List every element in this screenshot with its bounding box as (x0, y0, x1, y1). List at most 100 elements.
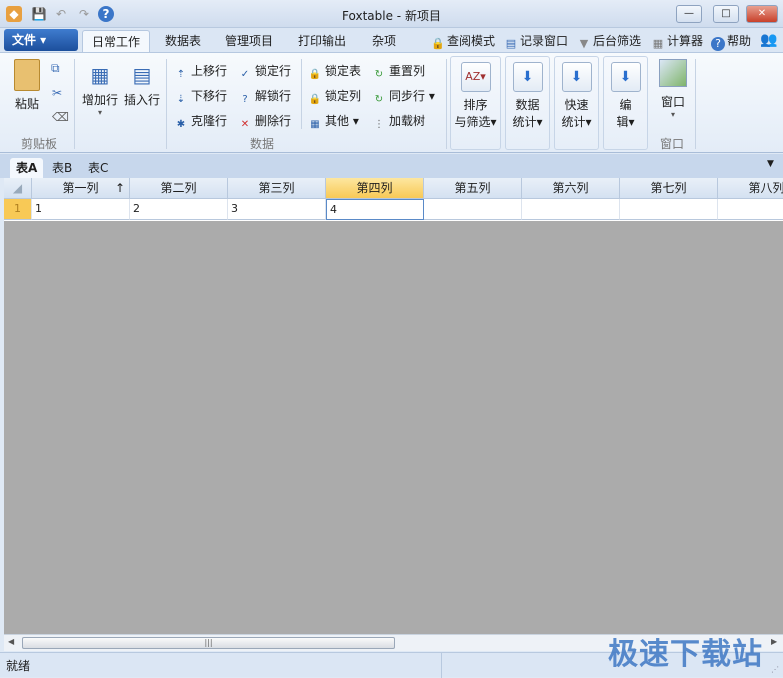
file-menu-button[interactable]: 文件 ▾ (4, 29, 78, 51)
column-header[interactable]: 第二列 (130, 178, 228, 199)
label: 与筛选 (454, 115, 491, 129)
sheet-tab-a[interactable]: 表A (10, 158, 44, 178)
reset-columns-button[interactable]: ↻ 重置列 (371, 62, 425, 83)
delete-icon: ✕ (240, 119, 250, 130)
scroll-right-icon[interactable]: ▶ (771, 637, 777, 646)
table-insert-icon: ▤ (132, 63, 152, 87)
grid-cell[interactable]: 2 (130, 199, 228, 220)
chevron-down-icon[interactable]: ▼ (767, 159, 774, 169)
label: 锁定行 (255, 64, 292, 78)
table-add-icon: ▦ (90, 63, 110, 87)
lock-icon: 🔒 (308, 94, 322, 105)
watermark: 极速下载站 (608, 637, 763, 672)
label: 粘贴 (14, 97, 39, 111)
label: 计算器 (667, 34, 704, 48)
label: 第一列 (62, 181, 99, 195)
label: 记录窗口 (520, 34, 569, 48)
column-header-selected[interactable]: 第四列 (326, 178, 424, 199)
status-text: 就绪 (6, 659, 31, 673)
divider (695, 59, 696, 149)
arrow-down-icon: ⇣ (176, 94, 186, 105)
grid-cell[interactable] (424, 199, 522, 220)
close-button[interactable]: ✕ (746, 5, 778, 23)
column-header[interactable]: 第八列 (718, 178, 783, 199)
data-grid: ◢ 第一列 ↑ 第二列 第三列 第四列 第五列 第六列 第七列 第八列 1 1 2… (4, 178, 783, 221)
add-row-button[interactable]: ▦ 增加行 ▾ (82, 59, 118, 117)
background-filter-button[interactable]: ▼ 后台筛选 (577, 32, 641, 51)
sort-az-icon: AZ▾ (460, 62, 491, 92)
scrollbar-thumb[interactable]: ||| (22, 637, 395, 649)
resize-grip-icon[interactable]: ⋰ (771, 665, 779, 674)
lock-table-button[interactable]: 🔒 锁定表 (307, 62, 361, 83)
grid-cell[interactable] (718, 199, 783, 220)
cut-icon[interactable]: ✂ (52, 86, 62, 100)
other-button[interactable]: ▦ 其他 ▾ (307, 112, 359, 133)
label: 编 (619, 98, 632, 112)
column-header[interactable]: 第三列 (228, 178, 326, 199)
sort-ascending-icon: ↑ (114, 181, 125, 195)
divider (446, 59, 447, 149)
scroll-left-icon[interactable]: ◀ (8, 637, 14, 646)
delete-row-button[interactable]: ✕ 删除行 (237, 112, 291, 133)
sort-filter-button[interactable]: AZ▾ 排序 与筛选▾ (450, 56, 501, 150)
grid-cell-active[interactable]: 4 (326, 199, 424, 220)
users-icon[interactable]: 👥 (760, 32, 777, 48)
label: 排序 (463, 98, 488, 112)
help-button[interactable]: ? 帮助 (711, 32, 751, 51)
label: 后台筛选 (593, 34, 642, 48)
edit-button[interactable]: ⬇ 编辑▾ (603, 56, 648, 150)
tab-daily-work[interactable]: 日常工作 (82, 30, 151, 52)
window-picture-icon (659, 59, 687, 87)
column-header[interactable]: 第六列 (522, 178, 620, 199)
ribbon-tab-bar: 文件 ▾ 日常工作 数据表 管理项目 打印输出 杂项 🔒 查阅模式 ▤ 记录窗口 ▼… (0, 28, 783, 52)
minimize-button[interactable]: — (676, 5, 702, 23)
row-header[interactable]: 1 (4, 199, 32, 220)
load-tree-button[interactable]: ⋮ 加载树 (371, 112, 425, 133)
tab-data-tables[interactable]: 数据表 (156, 30, 210, 52)
move-down-row-button[interactable]: ⇣ 下移行 (173, 87, 227, 108)
eraser-icon[interactable]: ⌫ (52, 110, 69, 124)
lock-row-button[interactable]: ✓ 锁定行 (237, 62, 291, 83)
select-all-corner[interactable]: ◢ (4, 178, 32, 199)
tab-print-output[interactable]: 打印输出 (289, 30, 355, 52)
column-header[interactable]: 第一列 ↑ (32, 178, 130, 199)
record-window-button[interactable]: ▤ 记录窗口 (504, 32, 568, 51)
view-mode-button[interactable]: 🔒 查阅模式 (431, 32, 495, 51)
divider (301, 59, 302, 129)
divider (74, 59, 75, 149)
data-stats-button[interactable]: ⬇ 数据 统计▾ (505, 56, 550, 150)
question-icon: ? (242, 94, 248, 105)
arrow-down-icon: ⬇ (561, 62, 592, 92)
sync-row-button[interactable]: ↻ 同步行 ▾ (371, 87, 435, 108)
quick-stats-button[interactable]: ⬇ 快速 统计▾ (554, 56, 599, 150)
label: 帮助 (727, 34, 752, 48)
label: 其他 (325, 114, 350, 128)
insert-row-button[interactable]: ▤ 插入行 (124, 59, 160, 108)
sheet-tab-b[interactable]: 表B (46, 158, 78, 178)
label: 克隆行 (191, 114, 228, 128)
label: 删除行 (255, 114, 292, 128)
window-button[interactable]: 窗口 ▾ (655, 59, 691, 119)
sheet-tab-c[interactable]: 表C (82, 158, 114, 178)
grid-cell[interactable]: 1 (32, 199, 130, 220)
label: 解锁行 (255, 89, 292, 103)
column-header[interactable]: 第五列 (424, 178, 522, 199)
lock-column-button[interactable]: 🔒 锁定列 (307, 87, 361, 108)
column-header[interactable]: 第七列 (620, 178, 718, 199)
tab-misc[interactable]: 杂项 (363, 30, 405, 52)
clone-row-button[interactable]: ✱ 克隆行 (173, 112, 227, 133)
tab-manage-project[interactable]: 管理项目 (216, 30, 282, 52)
paste-button[interactable]: 粘贴 (14, 59, 40, 112)
label: 统计 (512, 115, 537, 129)
copy-icon[interactable]: ⧉ (51, 61, 60, 76)
grid-cell[interactable] (522, 199, 620, 220)
unlock-row-button[interactable]: ? 解锁行 (237, 87, 291, 108)
grid-cell[interactable]: 3 (228, 199, 326, 220)
grid-cell[interactable] (620, 199, 718, 220)
label: 快速 (564, 98, 589, 112)
filter-icon: ▼ (579, 37, 589, 50)
ribbon: 粘贴 ⧉ ✂ ⌫ 剪贴板 ▦ 增加行 ▾ ▤ 插入行 ⇡ 上移行 ✓ 锁定行 ⇣ 下移行… (0, 52, 783, 153)
calculator-button[interactable]: ▦ 计算器 (651, 32, 703, 51)
move-up-row-button[interactable]: ⇡ 上移行 (173, 62, 227, 83)
maximize-button[interactable]: □ (713, 5, 739, 23)
